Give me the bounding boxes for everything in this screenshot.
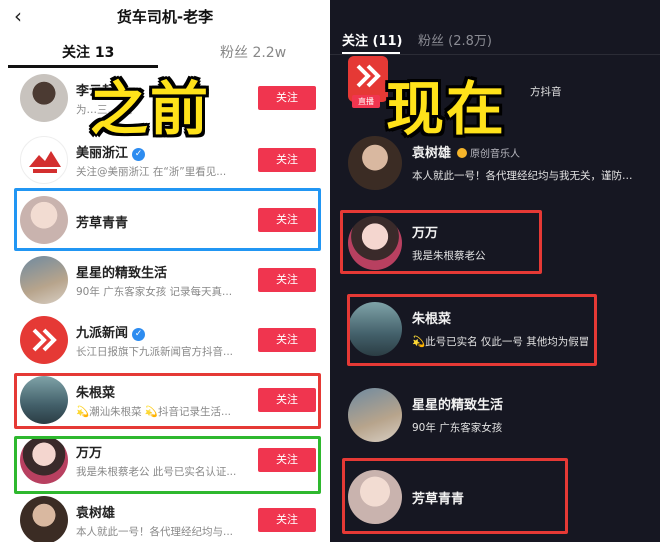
verified-icon: ✓ [132,148,146,161]
user-desc: 90年 广东客家女孩 [412,422,503,434]
highlight-box-red [14,373,321,429]
verified-icon: ✓ [132,328,146,341]
avatar [20,256,68,304]
highlight-box-red [342,458,568,534]
top-bar: ‹ 货车司机-老李 [0,0,330,34]
user-name: 星星的精致生活 [76,266,168,281]
avatar [20,316,68,364]
user-name-text: 九派新闻 [76,326,129,341]
follow-button[interactable]: 关注 [258,86,316,110]
list-item[interactable]: 星星的精致生活 90年 广东客家女孩 [330,380,660,450]
follow-button[interactable]: 关注 [258,268,316,292]
tab-followers[interactable]: 粉丝 2.2w [220,42,286,62]
tab-followers[interactable]: 粉丝 (2.8万) [418,30,492,49]
avatar [20,136,68,184]
highlight-box-green [14,436,321,494]
tab-following[interactable]: 关注 (11) [342,30,403,49]
list-item[interactable]: 星星的精致生活 90年 广东客家女孩 记录每天真... 关注 [0,250,330,310]
user-desc: 90年 广东客家女孩 记录每天真... [76,286,233,298]
avatar [20,496,68,542]
creator-tag: 原创音乐人 [457,145,520,160]
user-desc: 本人就此一号！各代理经纪均与... [76,526,234,538]
beautiful-zhejiang-logo-icon [29,151,61,173]
user-desc: 方抖音 [530,86,562,98]
user-name: 九派新闻 ✓ [76,322,146,341]
user-desc: 关注@美丽浙江 在“浙”里看见... [76,166,227,178]
user-name: 袁树雄 [76,506,116,521]
before-panel: ‹ 货车司机-老李 关注 13 粉丝 2.2w 李云起 为…三… 流 关注 美丽… [0,0,330,542]
avatar [20,74,68,122]
user-desc: 本人就此一号！各代理经纪均与我无关，谨防上... [412,170,642,182]
divider [330,54,660,55]
user-desc: 长江日报旗下九派新闻官方抖音... [76,346,234,358]
user-name-text: 袁树雄 [412,146,452,161]
after-caption: 现在 [386,75,507,143]
before-caption: 之前 [90,75,211,143]
follow-button[interactable]: 关注 [258,148,316,172]
jiupai-news-logo-icon [32,328,57,352]
tab-following[interactable]: 关注 13 [62,42,114,62]
avatar [348,388,402,442]
music-badge-icon [457,148,468,158]
page-title: 货车司机-老李 [116,8,214,26]
user-name: 星星的精致生活 [412,398,504,413]
highlight-box-blue [14,188,321,251]
follow-button[interactable]: 关注 [258,508,316,532]
highlight-box-red [347,294,597,366]
user-name-text: 美丽浙江 [76,146,129,161]
list-item[interactable]: 袁树雄 本人就此一号！各代理经纪均与... 关注 [0,490,330,542]
live-badge: 直播 [352,95,380,108]
highlight-box-red [340,210,542,274]
list-item[interactable]: 九派新闻 ✓ 长江日报旗下九派新闻官方抖音... 关注 [0,310,330,370]
follow-button[interactable]: 关注 [258,328,316,352]
after-panel: 关注 (11) 粉丝 (2.8万) 直播 方抖音 袁树雄 原创音乐人 本人就此一号… [330,0,660,542]
jiupai-news-logo-icon [356,64,381,88]
creator-tag-text: 原创音乐人 [470,149,521,160]
